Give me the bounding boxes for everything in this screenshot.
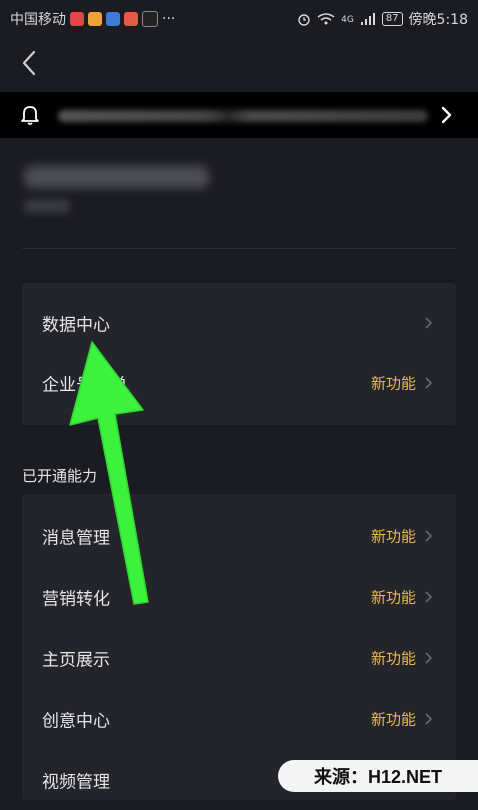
back-icon[interactable] <box>18 48 42 78</box>
clock: 傍晚5:18 <box>408 12 468 28</box>
bell-icon <box>21 106 39 125</box>
menu-row-message-management[interactable]: 消息管理 新功能 <box>22 506 456 566</box>
battery-level: 87 <box>381 12 403 26</box>
signal-icon <box>360 13 375 25</box>
chevron-right-icon <box>425 317 433 329</box>
notice-text-blurred <box>58 110 428 122</box>
row-label: 企业号菜单 <box>42 375 127 396</box>
divider <box>22 248 456 249</box>
carrier-label: 中国移动 <box>10 12 66 28</box>
alarm-icon <box>298 14 310 26</box>
account-subtitle-blurred <box>24 199 70 213</box>
chevron-right-icon <box>425 591 433 603</box>
account-name-blurred <box>24 166 209 188</box>
new-feature-badge: 新功能 <box>370 588 416 607</box>
app-notification-icon <box>106 12 120 26</box>
chevron-right-icon <box>425 530 433 542</box>
chevron-right-icon[interactable] <box>440 105 454 125</box>
row-label: 创意中心 <box>42 711 110 732</box>
capabilities-card: 消息管理 新功能 营销转化 新功能 主页展示 新功能 创意中心 新功能 视频管理 <box>22 494 456 800</box>
more-notifications: ··· <box>162 11 176 27</box>
row-label: 营销转化 <box>42 589 110 610</box>
row-label: 消息管理 <box>42 528 110 549</box>
chevron-right-icon <box>425 377 433 389</box>
section-title: 已开通能力 <box>22 467 98 485</box>
tiktok-icon <box>142 11 158 27</box>
new-feature-badge: 新功能 <box>370 527 416 546</box>
chevron-right-icon <box>425 652 433 664</box>
status-bar: 中国移动 ··· 4G 87 傍晚5:18 <box>0 0 478 38</box>
notice-bar[interactable] <box>0 92 478 138</box>
network-label: 4G <box>341 15 354 25</box>
new-feature-badge: 新功能 <box>370 374 416 393</box>
app-notification-icon <box>88 12 102 26</box>
tools-card: 数据中心 企业号菜单 新功能 <box>22 283 456 425</box>
wifi-icon <box>317 13 335 25</box>
menu-row-enterprise-menu[interactable]: 企业号菜单 新功能 <box>22 353 456 413</box>
app-notification-icon <box>124 12 138 26</box>
status-right: 4G 87 傍晚5:18 <box>297 9 468 29</box>
row-label: 主页展示 <box>42 650 110 671</box>
menu-row-data-center[interactable]: 数据中心 <box>22 293 456 353</box>
chevron-right-icon <box>425 713 433 725</box>
menu-row-homepage-display[interactable]: 主页展示 新功能 <box>22 628 456 688</box>
new-feature-badge: 新功能 <box>370 710 416 729</box>
new-feature-badge: 新功能 <box>370 649 416 668</box>
menu-row-marketing-conversion[interactable]: 营销转化 新功能 <box>22 567 456 627</box>
app-notification-icon <box>70 12 84 26</box>
row-label: 数据中心 <box>42 315 110 336</box>
row-label: 视频管理 <box>42 772 110 793</box>
menu-row-creative-center[interactable]: 创意中心 新功能 <box>22 689 456 749</box>
status-left: 中国移动 ··· <box>10 9 175 29</box>
source-watermark: 来源：H12.NET <box>278 760 478 792</box>
